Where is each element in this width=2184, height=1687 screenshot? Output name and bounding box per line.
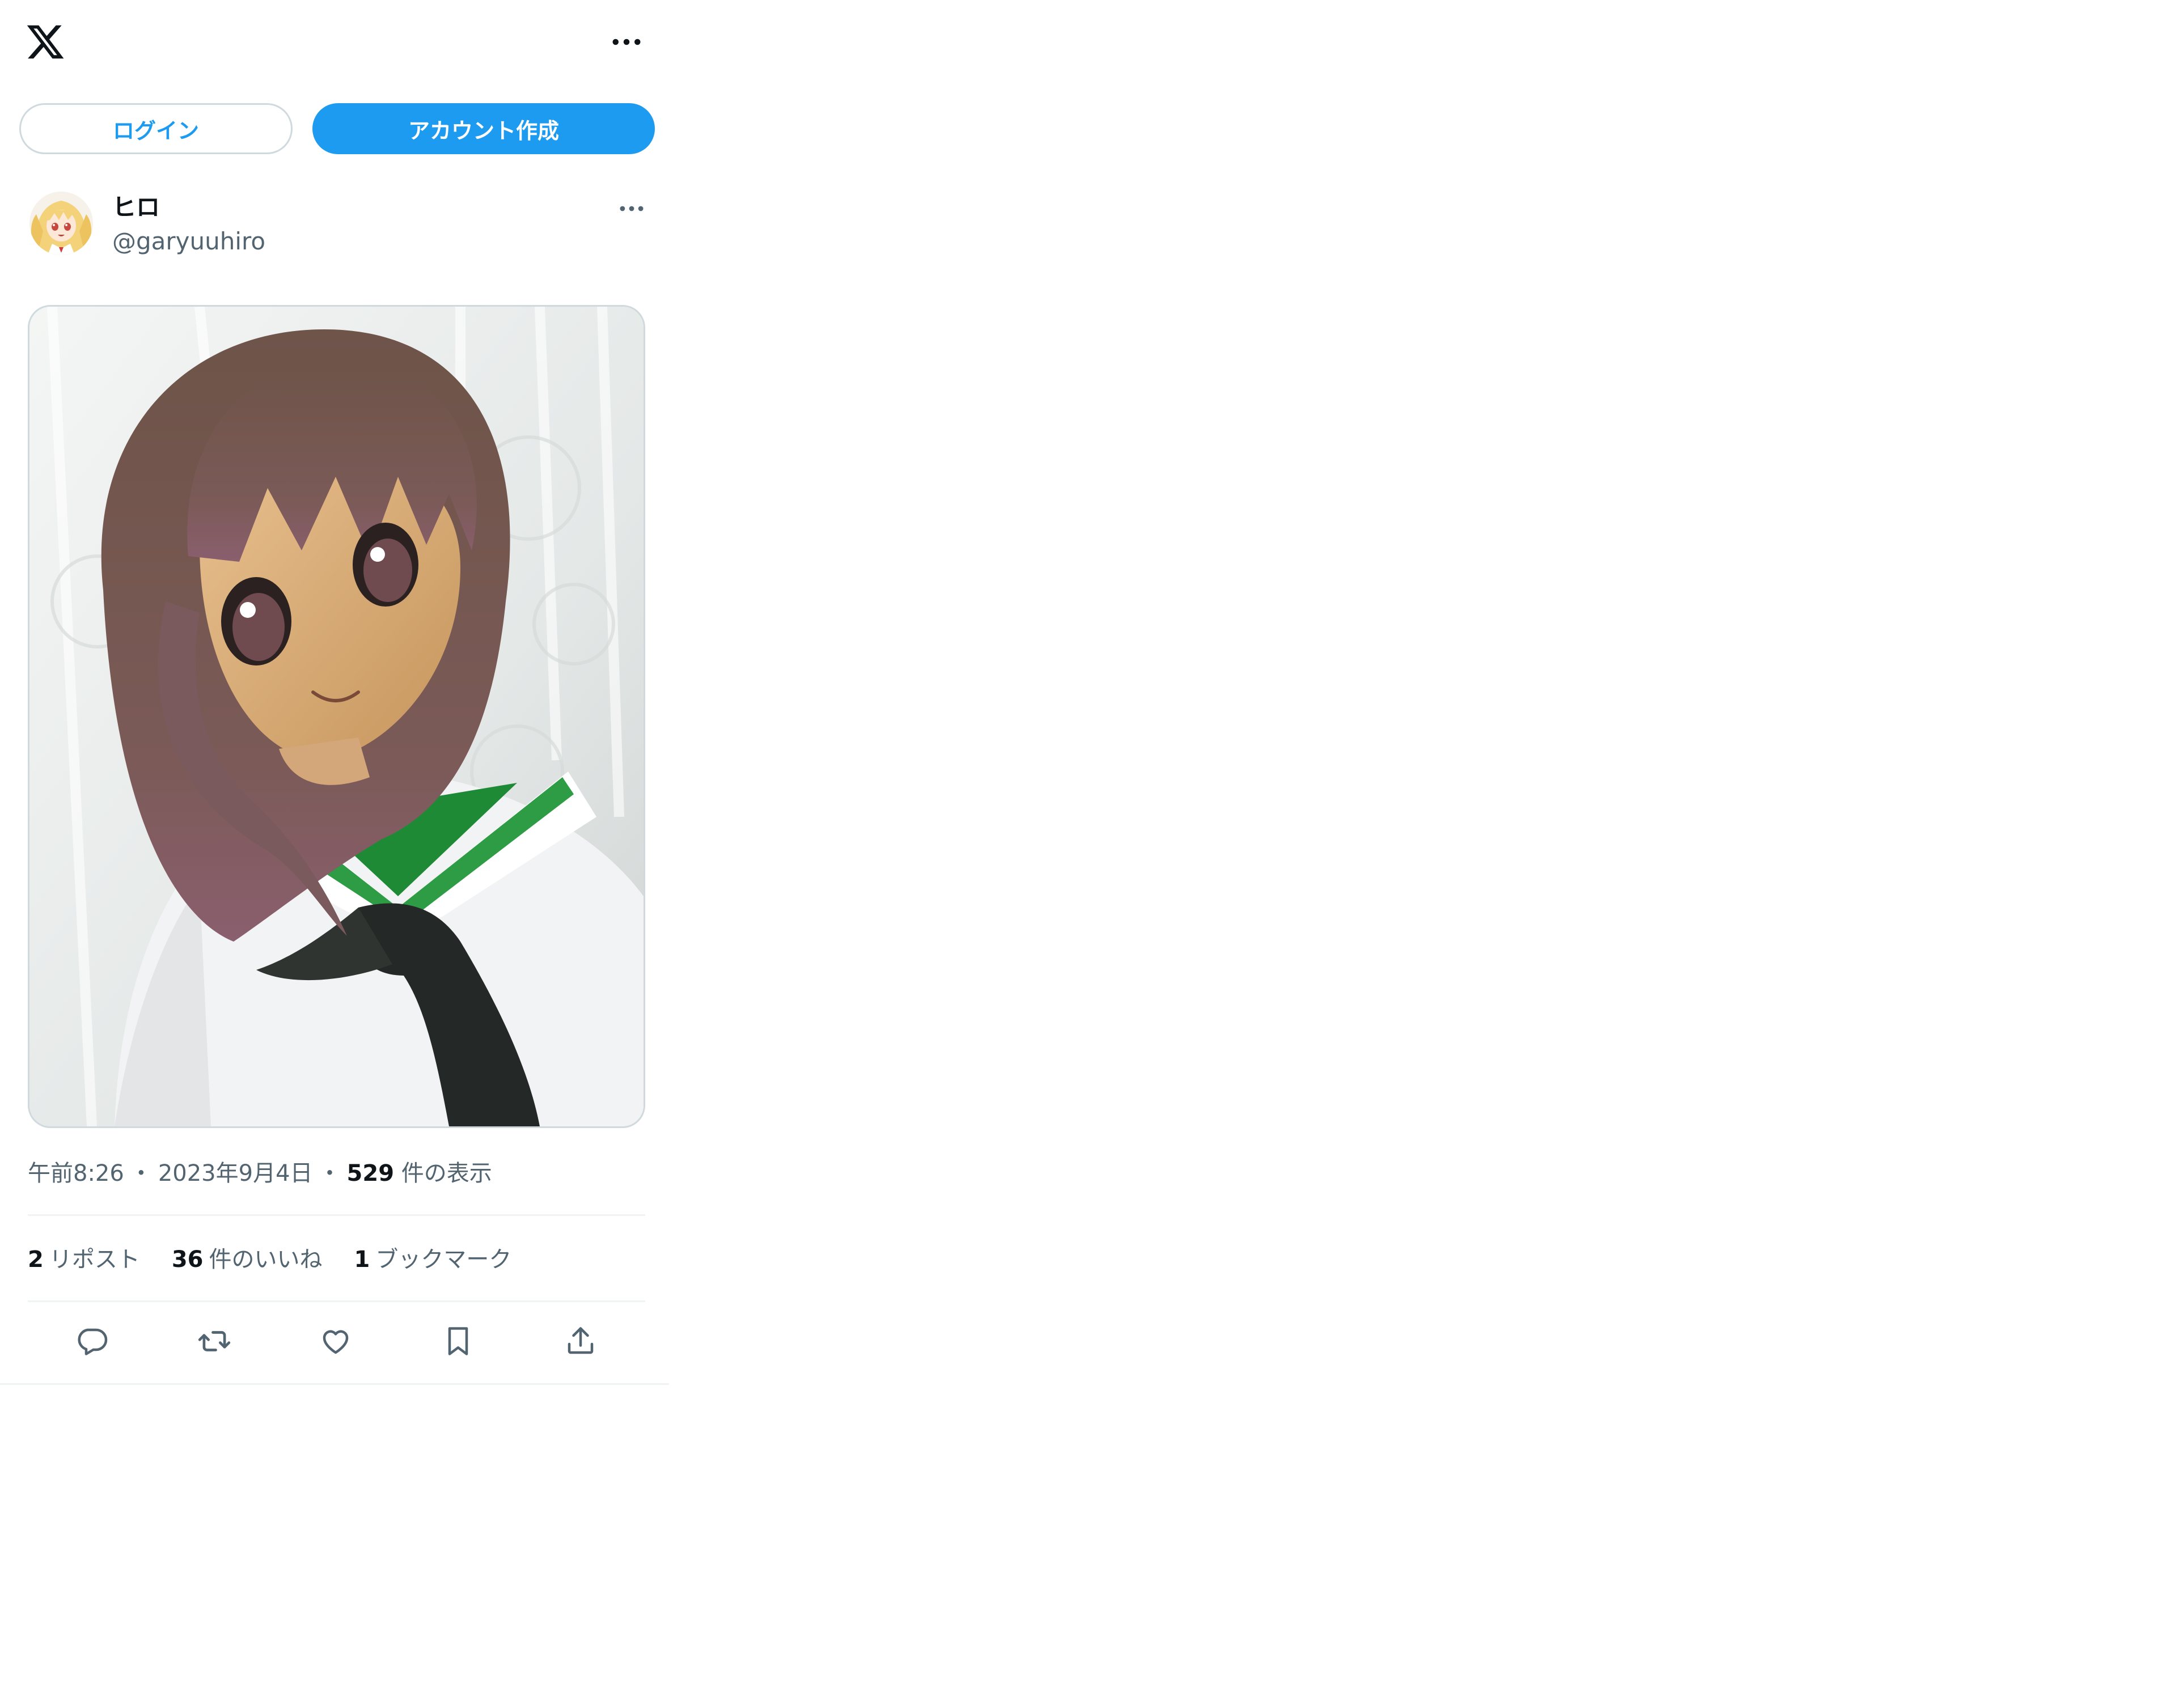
reply-icon[interactable] [71, 1321, 112, 1362]
views-count: 529 [346, 1160, 395, 1186]
divider [28, 1300, 645, 1302]
x-logo-icon[interactable] [25, 22, 66, 62]
repost-icon[interactable] [194, 1321, 235, 1362]
bookmark-icon[interactable] [438, 1321, 479, 1362]
bookmarks-count: 1 [354, 1247, 370, 1273]
likes-stat[interactable]: 36 件のいいね [172, 1244, 323, 1275]
likes-label: 件のいいね [209, 1247, 323, 1273]
avatar[interactable] [29, 192, 93, 255]
photo-person-in-anime-mask [29, 307, 644, 1126]
meta-separator: ・ [318, 1160, 341, 1186]
more-horizontal-icon[interactable] [607, 29, 646, 54]
share-icon[interactable] [560, 1321, 601, 1362]
create-account-button[interactable]: アカウント作成 [312, 103, 655, 154]
divider [28, 1214, 645, 1216]
login-button-label: ログイン [112, 118, 199, 143]
tweet-stats: 2 リポスト 36 件のいいね 1 ブックマーク [28, 1244, 543, 1275]
tweet-more-icon[interactable] [611, 198, 652, 219]
reposts-stat[interactable]: 2 リポスト [28, 1244, 140, 1275]
avatar-anime-girl-icon [29, 192, 93, 255]
author-handle[interactable]: @garyuuhiro [112, 226, 265, 257]
tweet-photo[interactable] [28, 305, 645, 1128]
login-button[interactable]: ログイン [19, 103, 293, 154]
tweet-page-column: ログイン アカウント作成 ヒロ @garyuuhiro 午前8:26 ・ 202… [0, 0, 669, 1385]
reposts-count: 2 [28, 1247, 44, 1273]
author-display-name[interactable]: ヒロ [112, 192, 160, 223]
reposts-label: リポスト [49, 1247, 140, 1273]
likes-count: 36 [171, 1247, 204, 1273]
tweet-date[interactable]: 2023年9月4日 [158, 1160, 313, 1186]
create-account-button-label: アカウント作成 [408, 118, 559, 143]
meta-separator: ・ [129, 1160, 153, 1186]
bookmarks-stat[interactable]: 1 ブックマーク [354, 1244, 512, 1275]
bookmarks-label: ブックマーク [375, 1247, 512, 1273]
tweet-timestamp-line: 午前8:26 ・ 2023年9月4日・ 529 件の表示 [28, 1158, 492, 1189]
tweet-time[interactable]: 午前8:26 [28, 1160, 124, 1186]
views-label: 件の表示 [401, 1160, 492, 1186]
like-icon[interactable] [315, 1321, 356, 1362]
